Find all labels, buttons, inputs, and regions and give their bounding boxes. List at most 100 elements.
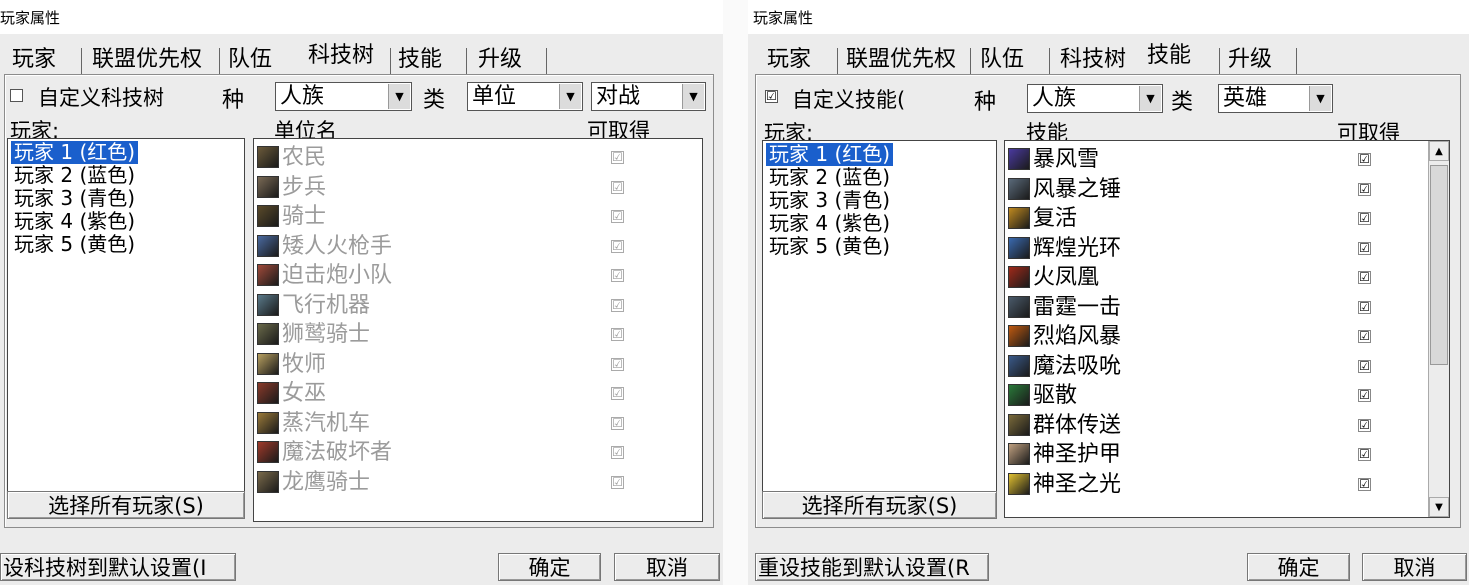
available-checkbox[interactable]: ☑ (611, 239, 624, 253)
select-all-players-button[interactable]: 选择所有玩家(S) (762, 491, 997, 519)
unit-portrait-icon (257, 264, 279, 286)
player-list-item[interactable]: 玩家 1 (红色) (11, 141, 139, 164)
cancel-button[interactable]: 取消 (614, 553, 720, 581)
list-row-name: 神圣护甲 (1033, 442, 1122, 467)
player-list-item[interactable]: 玩家 3 (青色) (11, 187, 138, 210)
tab-upgrades[interactable]: 升级 (1222, 42, 1278, 78)
tab-upgrades[interactable]: 升级 (472, 42, 528, 78)
list-row[interactable]: 飞行机器 ☑ (254, 291, 702, 320)
available-checkbox[interactable]: ☑ (611, 180, 624, 194)
type-select[interactable]: 英雄 ▼ (1218, 84, 1333, 113)
available-checkbox[interactable]: ☑ (1358, 448, 1371, 461)
dropdown-arrow-icon[interactable]: ▼ (682, 84, 704, 109)
available-checkbox[interactable]: ☑ (611, 298, 624, 312)
player-list-item[interactable]: 玩家 2 (蓝色) (766, 166, 893, 189)
tab-team[interactable]: 队伍 (222, 42, 278, 78)
tab-alliance-priority[interactable]: 联盟优先权 (840, 42, 962, 78)
list-row[interactable]: 矮人火枪手 ☑ (254, 232, 702, 261)
list-row[interactable]: 蒸汽机车 ☑ (254, 409, 702, 438)
available-checkbox[interactable]: ☑ (1358, 153, 1371, 166)
list-row[interactable]: 烈焰风暴 ☑ (1005, 322, 1449, 351)
list-row[interactable]: 暴风雪 ☑ (1005, 145, 1449, 174)
available-checkbox[interactable]: ☑ (1358, 241, 1371, 255)
available-checkbox[interactable]: ☑ (1358, 359, 1371, 373)
list-row[interactable]: 神圣之光 ☑ (1005, 470, 1449, 499)
player-list-item[interactable]: 玩家 3 (青色) (766, 189, 893, 212)
tab-player[interactable]: 玩家 (6, 42, 62, 78)
custom-techtree-checkbox[interactable] (10, 89, 23, 102)
dropdown-arrow-icon[interactable]: ▼ (1309, 86, 1331, 111)
list-row[interactable]: 驱散 ☑ (1005, 381, 1449, 410)
list-row[interactable]: 神圣护甲 ☑ (1005, 440, 1449, 469)
cancel-button[interactable]: 取消 (1362, 553, 1467, 581)
available-checkbox[interactable]: ☑ (611, 328, 624, 341)
list-row[interactable]: 牧师 ☑ (254, 350, 702, 379)
available-checkbox[interactable]: ☑ (1358, 182, 1371, 196)
tab-player[interactable]: 玩家 (761, 42, 817, 78)
available-checkbox[interactable]: ☑ (1358, 477, 1371, 491)
available-checkbox[interactable]: ☑ (1358, 212, 1371, 225)
dropdown-arrow-icon[interactable]: ▼ (1139, 86, 1161, 111)
tab-tech-tree[interactable]: 科技树 (302, 38, 381, 78)
select-all-players-button[interactable]: 选择所有玩家(S) (7, 491, 245, 519)
unit-list[interactable]: 农民 ☑ 步兵 ☑ 骑士 ☑ 矮人火枪手 ☑ 迫击炮小队 ☑ 飞行机器 ☑ 狮鹫骑士 ☑ 牧师 ☑ 女巫 ☑ 蒸汽机… (253, 138, 703, 522)
list-row[interactable]: 狮鹫骑士 ☑ (254, 320, 702, 349)
player-list-item[interactable]: 玩家 5 (黄色) (11, 233, 138, 256)
list-row[interactable]: 雷霆一击 ☑ (1005, 293, 1449, 322)
list-row-name: 迫击炮小队 (282, 263, 393, 288)
list-row[interactable]: 群体传送 ☑ (1005, 411, 1449, 440)
list-row[interactable]: 复活 ☑ (1005, 204, 1449, 233)
ability-list[interactable]: ▲ ▼ 暴风雪 ☑ 风暴之锤 ☑ 复活 ☑ 辉煌光环 ☑ 火凤凰 ☑ 雷霆一击 ☑ 烈焰风暴 ☑ 魔法吸吮 ☑… (1004, 140, 1450, 518)
list-row[interactable]: 火凤凰 ☑ (1005, 263, 1449, 292)
mode-select[interactable]: 对战 ▼ (591, 82, 706, 111)
race-select[interactable]: 人族 ▼ (275, 82, 412, 111)
unit-portrait-icon (257, 293, 279, 316)
tab-team[interactable]: 队伍 (974, 42, 1030, 78)
available-checkbox[interactable]: ☑ (611, 387, 624, 400)
player-list-item[interactable]: 玩家 1 (红色) (766, 143, 894, 166)
player-list-item[interactable]: 玩家 4 (紫色) (11, 210, 138, 233)
dropdown-arrow-icon[interactable]: ▼ (388, 84, 410, 109)
race-select[interactable]: 人族 ▼ (1027, 84, 1163, 113)
reset-abilities-button[interactable]: 重设技能到默认设置(R (755, 553, 989, 581)
tab-abilities[interactable]: 技能 (1141, 38, 1198, 78)
list-row[interactable]: 骑士 ☑ (254, 202, 702, 231)
available-checkbox[interactable]: ☑ (611, 210, 624, 223)
available-checkbox[interactable]: ☑ (611, 416, 624, 430)
player-list-item[interactable]: 玩家 4 (紫色) (766, 212, 893, 235)
available-checkbox[interactable]: ☑ (611, 151, 624, 164)
list-row[interactable]: 辉煌光环 ☑ (1005, 234, 1449, 263)
player-list-item[interactable]: 玩家 5 (黄色) (766, 235, 893, 258)
list-row[interactable]: 女巫 ☑ (254, 379, 702, 408)
player-list-item[interactable]: 玩家 2 (蓝色) (11, 164, 138, 187)
ok-button[interactable]: 确定 (498, 553, 601, 581)
list-row[interactable]: 风暴之锤 ☑ (1005, 175, 1449, 204)
tab-tech-tree[interactable]: 科技树 (1054, 42, 1132, 78)
tab-abilities[interactable]: 技能 (392, 42, 448, 78)
available-checkbox[interactable]: ☑ (611, 475, 624, 489)
available-checkbox[interactable]: ☑ (611, 446, 624, 459)
player-list[interactable]: 玩家 1 (红色) 玩家 2 (蓝色) 玩家 3 (青色) 玩家 4 (紫色) … (7, 138, 245, 492)
ok-button[interactable]: 确定 (1247, 553, 1350, 581)
list-row[interactable]: 农民 ☑ (254, 143, 702, 172)
list-row[interactable]: 龙鹰骑士 ☑ (254, 468, 702, 497)
available-checkbox[interactable]: ☑ (1358, 389, 1371, 402)
available-checkbox[interactable]: ☑ (611, 357, 624, 371)
list-row[interactable]: 魔法破坏者 ☑ (254, 438, 702, 467)
list-row[interactable]: 步兵 ☑ (254, 173, 702, 202)
available-checkbox[interactable]: ☑ (611, 269, 624, 282)
player-list[interactable]: 玩家 1 (红色) 玩家 2 (蓝色) 玩家 3 (青色) 玩家 4 (紫色) … (762, 140, 997, 492)
custom-abilities-checkbox[interactable]: ☑ (765, 90, 778, 103)
dropdown-arrow-icon[interactable]: ▼ (559, 84, 581, 109)
type-select[interactable]: 单位 ▼ (467, 82, 583, 111)
reset-techtree-button[interactable]: 设科技树到默认设置(I (0, 553, 236, 581)
list-row[interactable]: 魔法吸吮 ☑ (1005, 352, 1449, 381)
tab-alliance-priority[interactable]: 联盟优先权 (86, 42, 208, 78)
available-checkbox[interactable]: ☑ (1358, 300, 1371, 314)
available-checkbox[interactable]: ☑ (1358, 271, 1371, 284)
scroll-down-icon[interactable]: ▼ (1429, 497, 1449, 517)
available-checkbox[interactable]: ☑ (1358, 418, 1371, 432)
list-row[interactable]: 迫击炮小队 ☑ (254, 261, 702, 290)
title-bar: 玩家属性 (0, 0, 723, 34)
available-checkbox[interactable]: ☑ (1358, 330, 1371, 343)
